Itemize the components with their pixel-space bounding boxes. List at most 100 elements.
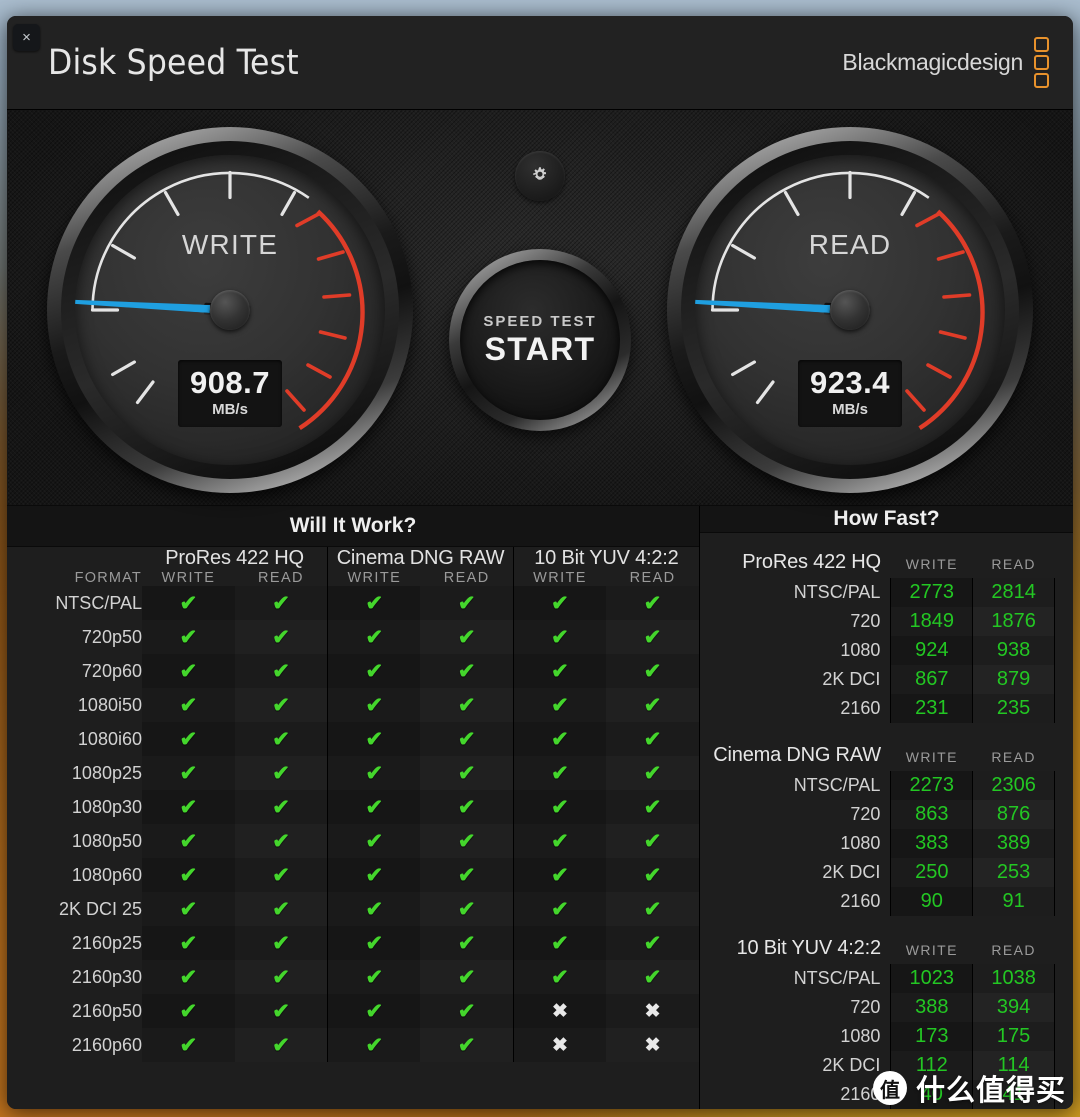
check-icon: ✔ — [365, 591, 384, 615]
resolution-label: 720 — [850, 804, 881, 824]
write-speed-value: 924 — [890, 636, 973, 665]
table-row: 1080 173 175 — [700, 1022, 1055, 1051]
resolution-label: 1080 — [840, 640, 881, 660]
status-check: ✔ — [234, 824, 328, 858]
group-header-dng: Cinema DNG RAW — [327, 547, 514, 570]
table-header: ProRes 422 HQ Cinema DNG RAW 10 Bit YUV … — [7, 547, 699, 586]
status-check: ✔ — [142, 994, 235, 1028]
read-gauge-label: READ — [808, 229, 892, 260]
status-check: ✔ — [327, 722, 421, 756]
subheader-read: READ — [991, 748, 1036, 765]
check-icon: ✔ — [365, 693, 384, 717]
write-speed-value: 112 — [890, 1051, 973, 1080]
check-icon: ✔ — [551, 693, 569, 717]
how-fast-sections: ProRes 422 HQ WRITE READ NTSC/PAL 2773 2814 72… — [700, 533, 1073, 1109]
table-row: 2160 90 91 — [700, 887, 1055, 916]
subheader-yuv-read: READ — [629, 570, 676, 586]
how-fast-table: 10 Bit YUV 4:2:2 WRITE READ NTSC/PAL 1023 103… — [700, 925, 1055, 1109]
resolution-label: 2K DCI — [822, 669, 881, 689]
check-icon: ✔ — [551, 625, 569, 649]
check-icon: ✔ — [272, 591, 290, 615]
check-icon: ✔ — [272, 625, 290, 649]
status-check: ✔ — [606, 756, 699, 790]
status-check: ✔ — [327, 756, 421, 790]
status-check: ✔ — [512, 824, 607, 858]
will-it-work-table: ProRes 422 HQ Cinema DNG RAW 10 Bit YUV … — [7, 547, 699, 1062]
status-check: ✔ — [327, 994, 421, 1028]
table-row: 1080 383 389 — [700, 829, 1055, 858]
settings-button[interactable] — [515, 151, 565, 201]
table-row: NTSC/PAL 2273 2306 — [700, 771, 1055, 800]
check-icon: ✔ — [643, 625, 662, 649]
how-fast-section-header: 10 Bit YUV 4:2:2 WRITE READ — [700, 925, 1055, 964]
check-icon: ✔ — [551, 829, 569, 853]
write-speed-value: 1849 — [890, 607, 973, 636]
table-row: 720p50 ✔ ✔ ✔ ✔ ✔ ✔ — [7, 620, 699, 654]
status-check: ✔ — [234, 654, 328, 688]
check-icon: ✔ — [643, 965, 662, 989]
status-check: ✔ — [327, 620, 421, 654]
format-label: NTSC/PAL — [55, 592, 142, 613]
status-check: ✔ — [420, 960, 514, 994]
format-label: 2160p25 — [71, 932, 142, 953]
status-check: ✔ — [512, 722, 607, 756]
check-icon: ✔ — [551, 897, 569, 921]
status-check: ✔ — [606, 824, 699, 858]
table-row: 1080 924 938 — [700, 636, 1055, 665]
results-area: Will It Work? ProRes 422 HQ Cinema DNG R… — [7, 505, 1073, 1109]
check-icon: ✔ — [457, 727, 476, 751]
table-row: NTSC/PAL 2773 2814 — [700, 578, 1055, 607]
subheader-prores-write: WRITE — [161, 570, 216, 586]
status-check: ✔ — [420, 824, 514, 858]
check-icon: ✔ — [643, 727, 662, 751]
check-icon: ✔ — [179, 625, 198, 649]
write-speed-value: 231 — [890, 694, 973, 723]
check-icon: ✔ — [457, 693, 476, 717]
status-cross: ✖ — [606, 1028, 699, 1062]
status-check: ✔ — [327, 1028, 421, 1062]
check-icon: ✔ — [365, 761, 384, 785]
check-icon: ✔ — [551, 659, 569, 683]
check-icon: ✔ — [365, 863, 384, 887]
subheader-write: WRITE — [905, 941, 958, 958]
read-speed-value: 876 — [972, 800, 1055, 829]
section-name: Cinema DNG RAW — [713, 744, 881, 766]
format-label: 2160p30 — [71, 966, 142, 987]
format-label: 2160p50 — [71, 1000, 142, 1021]
table-row: 2160 231 235 — [700, 694, 1055, 723]
check-icon: ✔ — [457, 659, 476, 683]
read-speed-value: 1876 — [972, 607, 1055, 636]
gear-icon — [533, 167, 546, 180]
subheader-read: READ — [991, 555, 1036, 572]
start-button-inner: SPEED TEST START — [460, 260, 620, 420]
status-check: ✔ — [142, 654, 235, 688]
read-speed-value: 879 — [972, 665, 1055, 694]
gauge-panel: WRITE 908.7 MB/s READ 923.4 MB/s SPEED T… — [7, 109, 1073, 505]
section-divider — [700, 916, 1055, 925]
check-icon: ✔ — [272, 931, 290, 955]
check-icon: ✔ — [179, 693, 198, 717]
read-speed-value: 938 — [972, 636, 1055, 665]
status-cross: ✖ — [512, 994, 607, 1028]
check-icon: ✔ — [272, 829, 290, 853]
cross-icon: ✖ — [552, 1034, 568, 1056]
check-icon: ✔ — [457, 829, 476, 853]
check-icon: ✔ — [457, 897, 476, 921]
status-check: ✔ — [327, 960, 421, 994]
read-speed-value: 389 — [972, 829, 1055, 858]
check-icon: ✔ — [551, 761, 569, 785]
speed-test-start-button[interactable]: SPEED TEST START — [449, 249, 631, 431]
read-speed-value: 2814 — [972, 578, 1055, 607]
read-speed-value: 253 — [972, 858, 1055, 887]
status-check: ✔ — [327, 892, 421, 926]
check-icon: ✔ — [457, 761, 476, 785]
check-icon: ✔ — [179, 965, 198, 989]
blackmagic-mark-icon — [1034, 37, 1049, 88]
format-label: 1080p50 — [71, 830, 142, 851]
status-check: ✔ — [420, 1028, 514, 1062]
resolution-label: 2K DCI — [822, 1055, 881, 1075]
write-readout: 908.7 MB/s — [178, 360, 282, 427]
status-check: ✔ — [420, 994, 514, 1028]
status-check: ✔ — [606, 688, 699, 722]
close-icon[interactable]: × — [13, 24, 40, 51]
